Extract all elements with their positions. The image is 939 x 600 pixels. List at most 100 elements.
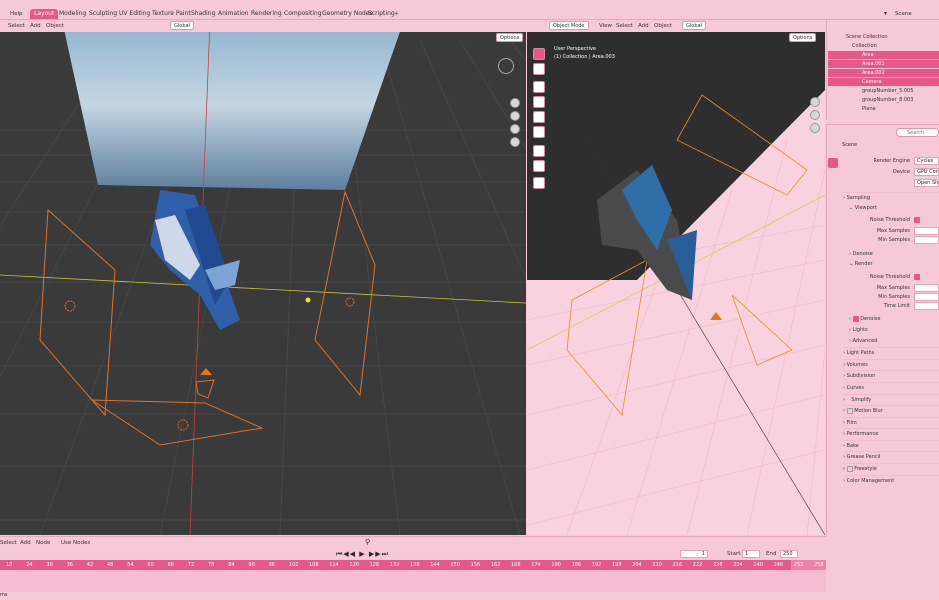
- end-frame-field[interactable]: 250: [780, 550, 798, 558]
- outliner-item[interactable]: groupNumber_8.003: [828, 96, 939, 104]
- modifier-tab[interactable]: [828, 250, 838, 260]
- object-tab[interactable]: [828, 236, 838, 246]
- panel-sampling[interactable]: › Sampling: [843, 192, 939, 202]
- cursor-tool-icon[interactable]: [533, 63, 545, 75]
- max-samples-field[interactable]: [914, 227, 939, 235]
- outliner-item[interactable]: Plane: [828, 105, 939, 113]
- panel-freestyle[interactable]: › Freestyle: [843, 463, 939, 473]
- scene-tab[interactable]: [828, 194, 838, 204]
- scene-icon[interactable]: ▾: [884, 10, 887, 17]
- mode-selector[interactable]: Object Mode: [549, 21, 589, 30]
- timeline-tick-label: 126: [369, 562, 380, 568]
- panel-denoise-render[interactable]: › Denoise: [843, 314, 939, 324]
- properties-search-input[interactable]: [896, 128, 939, 137]
- device-select[interactable]: GPU Com: [914, 168, 939, 176]
- outliner-item[interactable]: Area.001: [828, 60, 939, 68]
- panel-bake[interactable]: › Bake: [843, 440, 939, 450]
- render-engine-select[interactable]: Cycles: [914, 157, 939, 165]
- right-menu-select[interactable]: Select: [616, 21, 633, 31]
- view-layer-tab[interactable]: [828, 182, 838, 192]
- left-menu-object[interactable]: Object: [46, 21, 64, 31]
- render-properties-tab[interactable]: [828, 158, 838, 168]
- panel-light-paths[interactable]: › Light Paths: [843, 347, 939, 357]
- outliner-collection[interactable]: Collection: [828, 42, 939, 50]
- node-menu-node[interactable]: Node: [36, 538, 50, 548]
- panel-subdivision[interactable]: › Subdivision: [843, 370, 939, 380]
- panel-grease-pencil[interactable]: › Grease Pencil: [843, 451, 939, 461]
- camera-object-right: [710, 312, 722, 320]
- left-menu-select[interactable]: Select: [8, 21, 25, 31]
- panel-volumes[interactable]: › Volumes: [843, 359, 939, 369]
- open-shading-button[interactable]: Open Sh: [914, 179, 939, 187]
- outliner-scene-collection[interactable]: Scene Collection: [828, 33, 939, 41]
- world-tab[interactable]: [828, 206, 838, 216]
- panel-denoise-viewport[interactable]: › Denoise: [843, 249, 939, 259]
- noise-threshold-checkbox[interactable]: [914, 216, 920, 223]
- start-frame-field[interactable]: 1: [742, 550, 760, 558]
- right-menu-add[interactable]: Add: [638, 21, 649, 31]
- move-tool-icon[interactable]: [533, 81, 545, 93]
- right-menu-object[interactable]: Object: [654, 21, 672, 31]
- outliner-item[interactable]: Area: [828, 51, 939, 59]
- use-nodes-toggle[interactable]: Use Nodes: [61, 538, 90, 548]
- right-viewport[interactable]: Object Mode View Select Add Object Globa…: [527, 20, 825, 535]
- right-transform-orientation[interactable]: Global: [682, 21, 706, 30]
- panel-curves[interactable]: › Curves: [843, 382, 939, 392]
- current-frame-field[interactable]: 1: [680, 550, 708, 558]
- camera-view-icon[interactable]: [510, 124, 520, 134]
- right-options-button[interactable]: Options: [789, 33, 817, 42]
- left-menu-add[interactable]: Add: [30, 21, 41, 31]
- navigation-gizmo[interactable]: [498, 58, 514, 74]
- panel-render[interactable]: ⌄ Render: [843, 259, 939, 269]
- panel-lights[interactable]: › Lights: [843, 325, 939, 335]
- rotate-tool-icon[interactable]: [533, 96, 545, 108]
- panel-advanced[interactable]: › Advanced: [843, 336, 939, 346]
- time-limit-field[interactable]: [914, 302, 939, 310]
- timeline-track[interactable]: [0, 570, 826, 592]
- node-menu-add[interactable]: Add: [20, 538, 31, 548]
- max-samples-label: Max Samples: [876, 228, 910, 234]
- render-noise-threshold-checkbox[interactable]: [914, 273, 920, 280]
- min-samples-field[interactable]: [914, 236, 939, 244]
- panel-viewport[interactable]: ⌄ Viewport: [843, 203, 939, 213]
- outliner-item[interactable]: groupNumber_5.005: [828, 87, 939, 95]
- panel-film[interactable]: › Film: [843, 417, 939, 427]
- measure-tool-icon[interactable]: [533, 160, 545, 172]
- collection-tab[interactable]: [828, 222, 838, 232]
- background-plane: [62, 20, 404, 190]
- pan-hand-icon[interactable]: [510, 111, 520, 121]
- menu-help[interactable]: Help: [10, 9, 23, 19]
- camera-view-icon-right[interactable]: [810, 123, 820, 133]
- scale-tool-icon[interactable]: [533, 111, 545, 123]
- node-menu-select[interactable]: Select: [0, 538, 17, 548]
- output-properties-tab[interactable]: [828, 170, 838, 180]
- timeline-tick-label: 42: [86, 562, 94, 568]
- transform-tool-icon[interactable]: [533, 126, 545, 138]
- add-workspace-button[interactable]: +: [394, 9, 399, 19]
- panel-color-management[interactable]: › Color Management: [843, 475, 939, 485]
- left-options-button[interactable]: Options: [496, 33, 524, 42]
- annotate-tool-icon[interactable]: [533, 145, 545, 157]
- pin-icon[interactable]: ⚲: [365, 538, 370, 546]
- outliner-item[interactable]: Area.002: [828, 69, 939, 77]
- right-menu-view[interactable]: View: [599, 21, 612, 31]
- timeline-tick-label: 102: [288, 562, 299, 568]
- panel-simplify[interactable]: › Simplify: [843, 394, 939, 404]
- scene-label[interactable]: Scene: [895, 9, 912, 19]
- render-min-samples-field[interactable]: [914, 293, 939, 301]
- pan-hand-icon-right[interactable]: [810, 110, 820, 120]
- zoom-icon[interactable]: [510, 98, 520, 108]
- panel-motion-blur[interactable]: › Motion Blur: [843, 405, 939, 415]
- zoom-icon-right[interactable]: [810, 97, 820, 107]
- left-transform-orientation[interactable]: Global: [170, 21, 194, 30]
- select-tool-icon[interactable]: [533, 48, 545, 60]
- outliner-item[interactable]: Camera: [828, 78, 939, 86]
- panel-performance[interactable]: › Performance: [843, 428, 939, 438]
- left-viewport[interactable]: Select Add Object Global Options: [0, 20, 526, 535]
- render-max-samples-field[interactable]: [914, 284, 939, 292]
- playback-controls[interactable]: ⏮◀◀ ▶ ▶▶⏭: [336, 550, 389, 559]
- perspective-toggle-icon[interactable]: [510, 137, 520, 147]
- physics-tab[interactable]: [828, 262, 838, 272]
- add-cube-tool-icon[interactable]: [533, 177, 545, 189]
- constraints-tab[interactable]: [828, 274, 838, 284]
